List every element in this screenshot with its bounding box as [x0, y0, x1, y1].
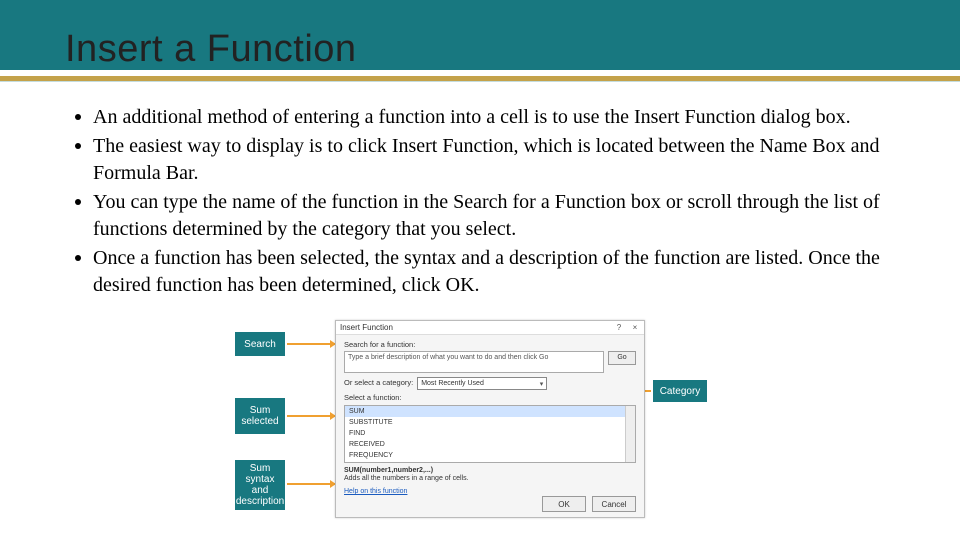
category-value: Most Recently Used	[421, 380, 484, 387]
list-item[interactable]: SUBSTITUTE	[345, 417, 635, 428]
title-block: Insert a Function	[65, 28, 357, 71]
bullet-list: An additional method of entering a funct…	[75, 104, 905, 301]
dialog-body: Search for a function: Type a brief desc…	[336, 335, 644, 499]
dialog-titlebar: Insert Function ? ×	[336, 321, 644, 335]
list-item[interactable]: FIND	[345, 428, 635, 439]
list-item: The easiest way to display is to click I…	[75, 133, 905, 187]
arrow-icon	[287, 415, 335, 417]
help-link[interactable]: Help on this function	[344, 488, 636, 495]
arrow-icon	[287, 483, 335, 485]
list-item[interactable]: FREQUENCY	[345, 450, 635, 461]
function-syntax: SUM(number1,number2,...)	[344, 467, 636, 474]
bullet-dot-icon	[75, 114, 81, 120]
dialog-title: Insert Function	[340, 323, 393, 332]
function-list[interactable]: SUM SUBSTITUTE FIND RECEIVED FREQUENCY	[344, 405, 636, 463]
arrow-icon	[287, 343, 335, 345]
figure: Search Sum selected Sum syntax and descr…	[235, 320, 725, 520]
ok-button[interactable]: OK	[542, 496, 586, 512]
list-item: You can type the name of the function in…	[75, 189, 905, 243]
category-label: Or select a category:	[344, 378, 413, 387]
list-item[interactable]: RECEIVED	[345, 439, 635, 450]
bullet-text: You can type the name of the function in…	[93, 189, 905, 243]
bullet-dot-icon	[75, 255, 81, 261]
function-description: Adds all the numbers in a range of cells…	[344, 475, 636, 482]
bullet-text: An additional method of entering a funct…	[93, 104, 851, 131]
callout-sum-syntax: Sum syntax and description	[235, 460, 285, 510]
bullet-dot-icon	[75, 199, 81, 205]
close-icon[interactable]: ×	[630, 323, 640, 332]
bullet-text: The easiest way to display is to click I…	[93, 133, 905, 187]
list-item: An additional method of entering a funct…	[75, 104, 905, 131]
callout-search: Search	[235, 332, 285, 356]
title-sub-underline	[0, 81, 960, 82]
go-button[interactable]: Go	[608, 351, 636, 365]
list-item: Once a function has been selected, the s…	[75, 245, 905, 299]
search-input[interactable]: Type a brief description of what you wan…	[344, 351, 604, 373]
bullet-dot-icon	[75, 143, 81, 149]
scrollbar[interactable]	[625, 406, 635, 462]
search-label: Search for a function:	[344, 340, 636, 349]
cancel-button[interactable]: Cancel	[592, 496, 636, 512]
bullet-text: Once a function has been selected, the s…	[93, 245, 905, 299]
category-select[interactable]: Most Recently Used ▾	[417, 377, 547, 390]
callout-category: Category	[653, 380, 707, 402]
help-icon[interactable]: ?	[614, 323, 624, 332]
list-item[interactable]: SUM	[345, 406, 635, 417]
insert-function-dialog: Insert Function ? × Search for a functio…	[335, 320, 645, 518]
page-title: Insert a Function	[65, 28, 357, 71]
callout-sum-selected: Sum selected	[235, 398, 285, 434]
select-function-label: Select a function:	[344, 393, 636, 402]
chevron-down-icon: ▾	[540, 380, 544, 388]
